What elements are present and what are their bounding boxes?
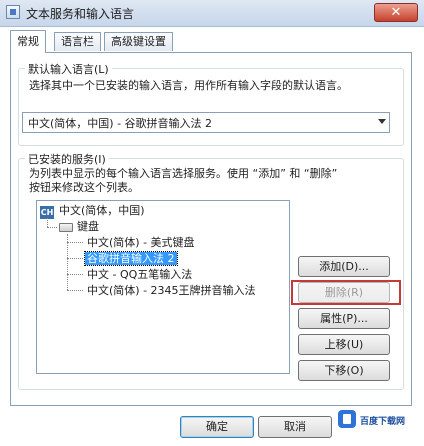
cancel-button[interactable]: 取消 <box>258 416 332 438</box>
tab-language-bar[interactable]: 语言栏 <box>54 32 101 51</box>
tree-category-label: 键盘 <box>77 220 99 233</box>
annotation-highlight-box <box>291 280 401 305</box>
properties-button[interactable]: 属性(P)... <box>298 308 390 329</box>
installed-services-legend: 已安装的服务(I) <box>25 151 109 167</box>
tree-language-label: 中文(简体，中国) <box>59 204 145 217</box>
window-title: 文本服务和输入语言 <box>26 7 135 21</box>
move-down-button[interactable]: 下移(O) <box>298 360 390 381</box>
default-language-legend: 默认输入语言(L) <box>25 61 112 77</box>
tree-item[interactable]: 中文(简体) - 2345王牌拼音输入法 <box>87 283 256 299</box>
installed-services-description-2: 按钮来修改这个列表。 <box>29 181 139 194</box>
tree-connector <box>67 258 83 259</box>
add-button[interactable]: 添加(D)... <box>298 256 390 277</box>
tree-item-selected[interactable]: 谷歌拼音输入法 2 <box>84 251 178 267</box>
ok-button[interactable]: 确定 <box>180 416 254 438</box>
watermark-text: 百度下载网 <box>360 417 406 427</box>
tree-item[interactable]: 中文(简体) - 美式键盘 <box>87 235 195 251</box>
watermark-logo-icon <box>338 410 356 428</box>
move-up-button[interactable]: 上移(U) <box>298 334 390 355</box>
tree-item[interactable]: 中文 - QQ五笔输入法 <box>87 267 192 283</box>
close-button[interactable]: ✕ <box>374 3 418 22</box>
tree-connector <box>67 242 83 243</box>
title-bar: 文本服务和输入语言 ✕ <box>0 0 424 27</box>
services-tree[interactable]: CH 中文(简体，中国) 键盘 中文(简体) - 美式键盘 谷歌拼音输入法 2 … <box>36 200 290 374</box>
default-language-description: 选择其中一个已安装的输入语言，用作所有输入字段的默认语言。 <box>29 79 348 92</box>
default-language-group: 默认输入语言(L) 选择其中一个已安装的输入语言，用作所有输入字段的默认语言。 <box>18 61 404 146</box>
chevron-down-icon[interactable] <box>378 119 386 124</box>
app-icon <box>6 5 20 19</box>
tab-advanced-key-settings[interactable]: 高级键设置 <box>104 32 173 51</box>
tree-item-label: 中文(简体) - 2345王牌拼音输入法 <box>87 284 256 297</box>
keyboard-icon <box>59 223 73 232</box>
tree-connector <box>67 290 83 291</box>
tree-item-label: 中文(简体) - 美式键盘 <box>87 236 195 249</box>
tree-item-label: 中文 - QQ五笔输入法 <box>87 268 193 281</box>
tab-general[interactable]: 常规 <box>10 30 46 53</box>
installed-services-description-1: 为列表中显示的每个输入语言选择服务。使用 “添加” 和 “删除” <box>29 167 338 180</box>
tree-item-label: 谷歌拼音输入法 2 <box>84 251 178 266</box>
default-language-selected: 中文(简体，中国) - 谷歌拼音输入法 2 <box>28 117 213 130</box>
tree-connector <box>67 274 83 275</box>
tree-node-keyboard[interactable]: 键盘 <box>37 219 157 235</box>
default-language-select[interactable]: 中文(简体，中国) - 谷歌拼音输入法 2 <box>22 112 390 133</box>
